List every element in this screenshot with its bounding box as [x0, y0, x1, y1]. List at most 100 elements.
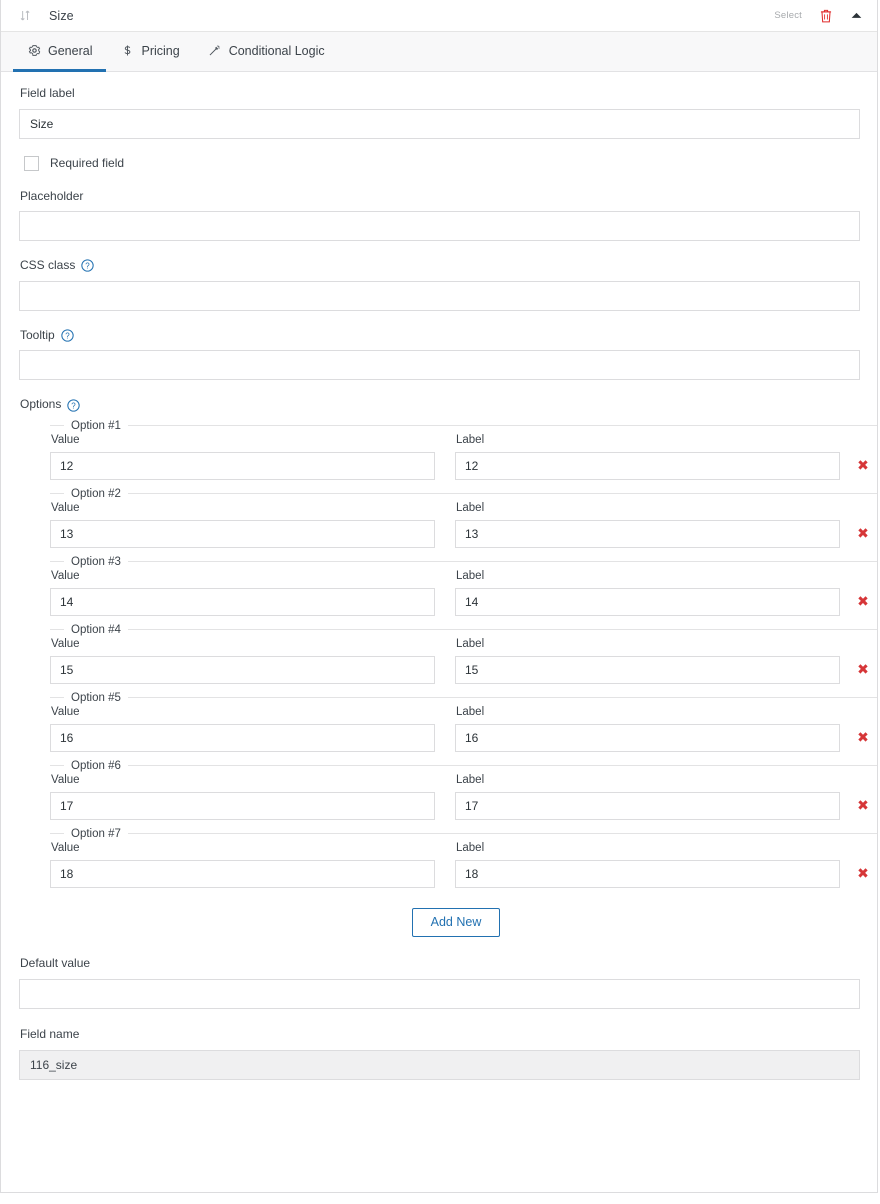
- svg-text:?: ?: [72, 401, 77, 410]
- option-legend: Option #7: [71, 827, 121, 840]
- option-label-column: Label: [455, 570, 840, 616]
- css-class-block: CSS class ?: [19, 258, 860, 311]
- general-tab-panel: Field label Required field Placeholder C…: [1, 72, 877, 1098]
- option-group: Option #6Value Label ✖: [50, 759, 877, 828]
- option-label-input[interactable]: [455, 791, 840, 820]
- option-value-label: Value: [51, 569, 80, 582]
- gear-icon: [27, 44, 41, 58]
- option-value-label: Value: [51, 841, 80, 854]
- option-label-label: Label: [456, 705, 485, 718]
- option-legend: Option #3: [71, 555, 121, 568]
- help-circle-icon[interactable]: ?: [81, 259, 95, 273]
- remove-option-icon[interactable]: ✖: [849, 724, 877, 752]
- option-value-label: Value: [51, 501, 80, 514]
- option-row: Value Label ✖: [50, 500, 877, 548]
- remove-option-icon[interactable]: ✖: [849, 452, 877, 480]
- remove-option-icon[interactable]: ✖: [849, 792, 877, 820]
- select-label[interactable]: Select: [774, 10, 802, 21]
- remove-option-icon[interactable]: ✖: [849, 588, 877, 616]
- option-label-input[interactable]: [455, 451, 840, 480]
- default-value-input[interactable]: [19, 979, 860, 1010]
- option-group: Option #2Value Label ✖: [50, 487, 877, 556]
- option-group: Option #3Value Label ✖: [50, 555, 877, 624]
- field-header-actions: Select: [774, 8, 863, 24]
- option-legend: Option #1: [71, 419, 121, 432]
- tooltip-caption: Tooltip ?: [20, 328, 859, 344]
- option-group: Option #5Value Label ✖: [50, 691, 877, 760]
- remove-option-icon[interactable]: ✖: [849, 520, 877, 548]
- css-class-caption: CSS class ?: [20, 258, 859, 274]
- sort-handle-icon[interactable]: [17, 8, 33, 24]
- tab-pricing[interactable]: Pricing: [106, 32, 193, 72]
- add-new-option-button[interactable]: Add New: [411, 907, 501, 938]
- option-value-input[interactable]: [50, 859, 435, 888]
- option-label-input[interactable]: [455, 723, 840, 752]
- css-class-input[interactable]: [19, 280, 860, 311]
- default-value-caption: Default value: [20, 956, 859, 972]
- svg-text:?: ?: [65, 332, 70, 341]
- option-value-label: Value: [51, 433, 80, 446]
- field-settings-card: Size Select General Pricing Conditional …: [0, 0, 878, 1193]
- option-row: Value Label ✖: [50, 704, 877, 752]
- field-name-block: Field name: [19, 1027, 860, 1098]
- placeholder-block: Placeholder: [19, 189, 860, 242]
- option-legend: Option #6: [71, 759, 121, 772]
- option-label-input[interactable]: [455, 519, 840, 548]
- option-row: Value Label ✖: [50, 636, 877, 684]
- options-caption: Options ?: [20, 397, 859, 413]
- css-class-label-text: CSS class: [20, 258, 76, 273]
- field-name-input[interactable]: [19, 1049, 860, 1080]
- option-group: Option #4Value Label ✖: [50, 623, 877, 692]
- option-label-column: Label: [455, 706, 840, 752]
- placeholder-label-text: Placeholder: [20, 188, 84, 203]
- field-title: Size: [49, 8, 74, 23]
- trash-icon[interactable]: [819, 8, 833, 24]
- option-value-column: Value: [50, 706, 435, 752]
- placeholder-input[interactable]: [19, 211, 860, 242]
- required-field-row: Required field: [24, 155, 859, 171]
- tab-conditional-logic[interactable]: Conditional Logic: [194, 32, 339, 72]
- help-circle-icon[interactable]: ?: [61, 329, 74, 342]
- option-value-label: Value: [51, 637, 80, 650]
- option-legend: Option #4: [71, 623, 121, 636]
- caret-up-icon[interactable]: [850, 9, 863, 22]
- option-label-input[interactable]: [455, 859, 840, 888]
- add-new-row: Add New: [50, 896, 862, 938]
- placeholder-caption: Placeholder: [20, 189, 859, 205]
- options-block: Options ? Option #1ValueLabel✖Option #2V…: [19, 397, 877, 938]
- option-value-column: Value: [50, 570, 435, 616]
- option-label-column: Label: [455, 638, 840, 684]
- option-legend: Option #2: [71, 487, 121, 500]
- svg-text:?: ?: [86, 262, 91, 271]
- tab-conditional-logic-label: Conditional Logic: [228, 43, 325, 58]
- option-label-input[interactable]: [455, 655, 840, 684]
- field-name-label-text: Field name: [20, 1027, 80, 1042]
- option-value-input[interactable]: [50, 519, 435, 548]
- tooltip-input[interactable]: [19, 350, 860, 381]
- field-label-caption: Field label: [20, 86, 859, 102]
- option-group: Option #1Value Label ✖: [50, 419, 877, 488]
- tab-general[interactable]: General: [13, 32, 107, 72]
- remove-option-icon[interactable]: ✖: [849, 656, 877, 684]
- option-value-label: Value: [51, 773, 80, 786]
- default-value-block: Default value: [19, 956, 860, 1010]
- field-header: Size Select: [1, 0, 877, 32]
- option-value-input[interactable]: [50, 655, 435, 684]
- option-label-column: Label: [455, 842, 840, 888]
- option-value-input[interactable]: [50, 723, 435, 752]
- remove-option-icon[interactable]: ✖: [849, 860, 877, 888]
- option-label-column: Label: [455, 434, 840, 480]
- tab-pricing-label: Pricing: [141, 43, 180, 58]
- required-field-checkbox[interactable]: [24, 155, 39, 171]
- option-label-input[interactable]: [455, 587, 840, 616]
- help-circle-icon[interactable]: ?: [67, 398, 81, 412]
- option-value-input[interactable]: [50, 791, 435, 820]
- required-field-label[interactable]: Required field: [50, 156, 124, 170]
- field-label-block: Field label: [19, 86, 860, 139]
- default-value-label-text: Default value: [20, 956, 91, 971]
- option-value-input[interactable]: [50, 587, 435, 616]
- field-label-input[interactable]: [19, 108, 860, 139]
- option-label-label: Label: [456, 501, 485, 514]
- option-value-input[interactable]: [50, 451, 435, 480]
- option-label-label: Label: [456, 841, 485, 854]
